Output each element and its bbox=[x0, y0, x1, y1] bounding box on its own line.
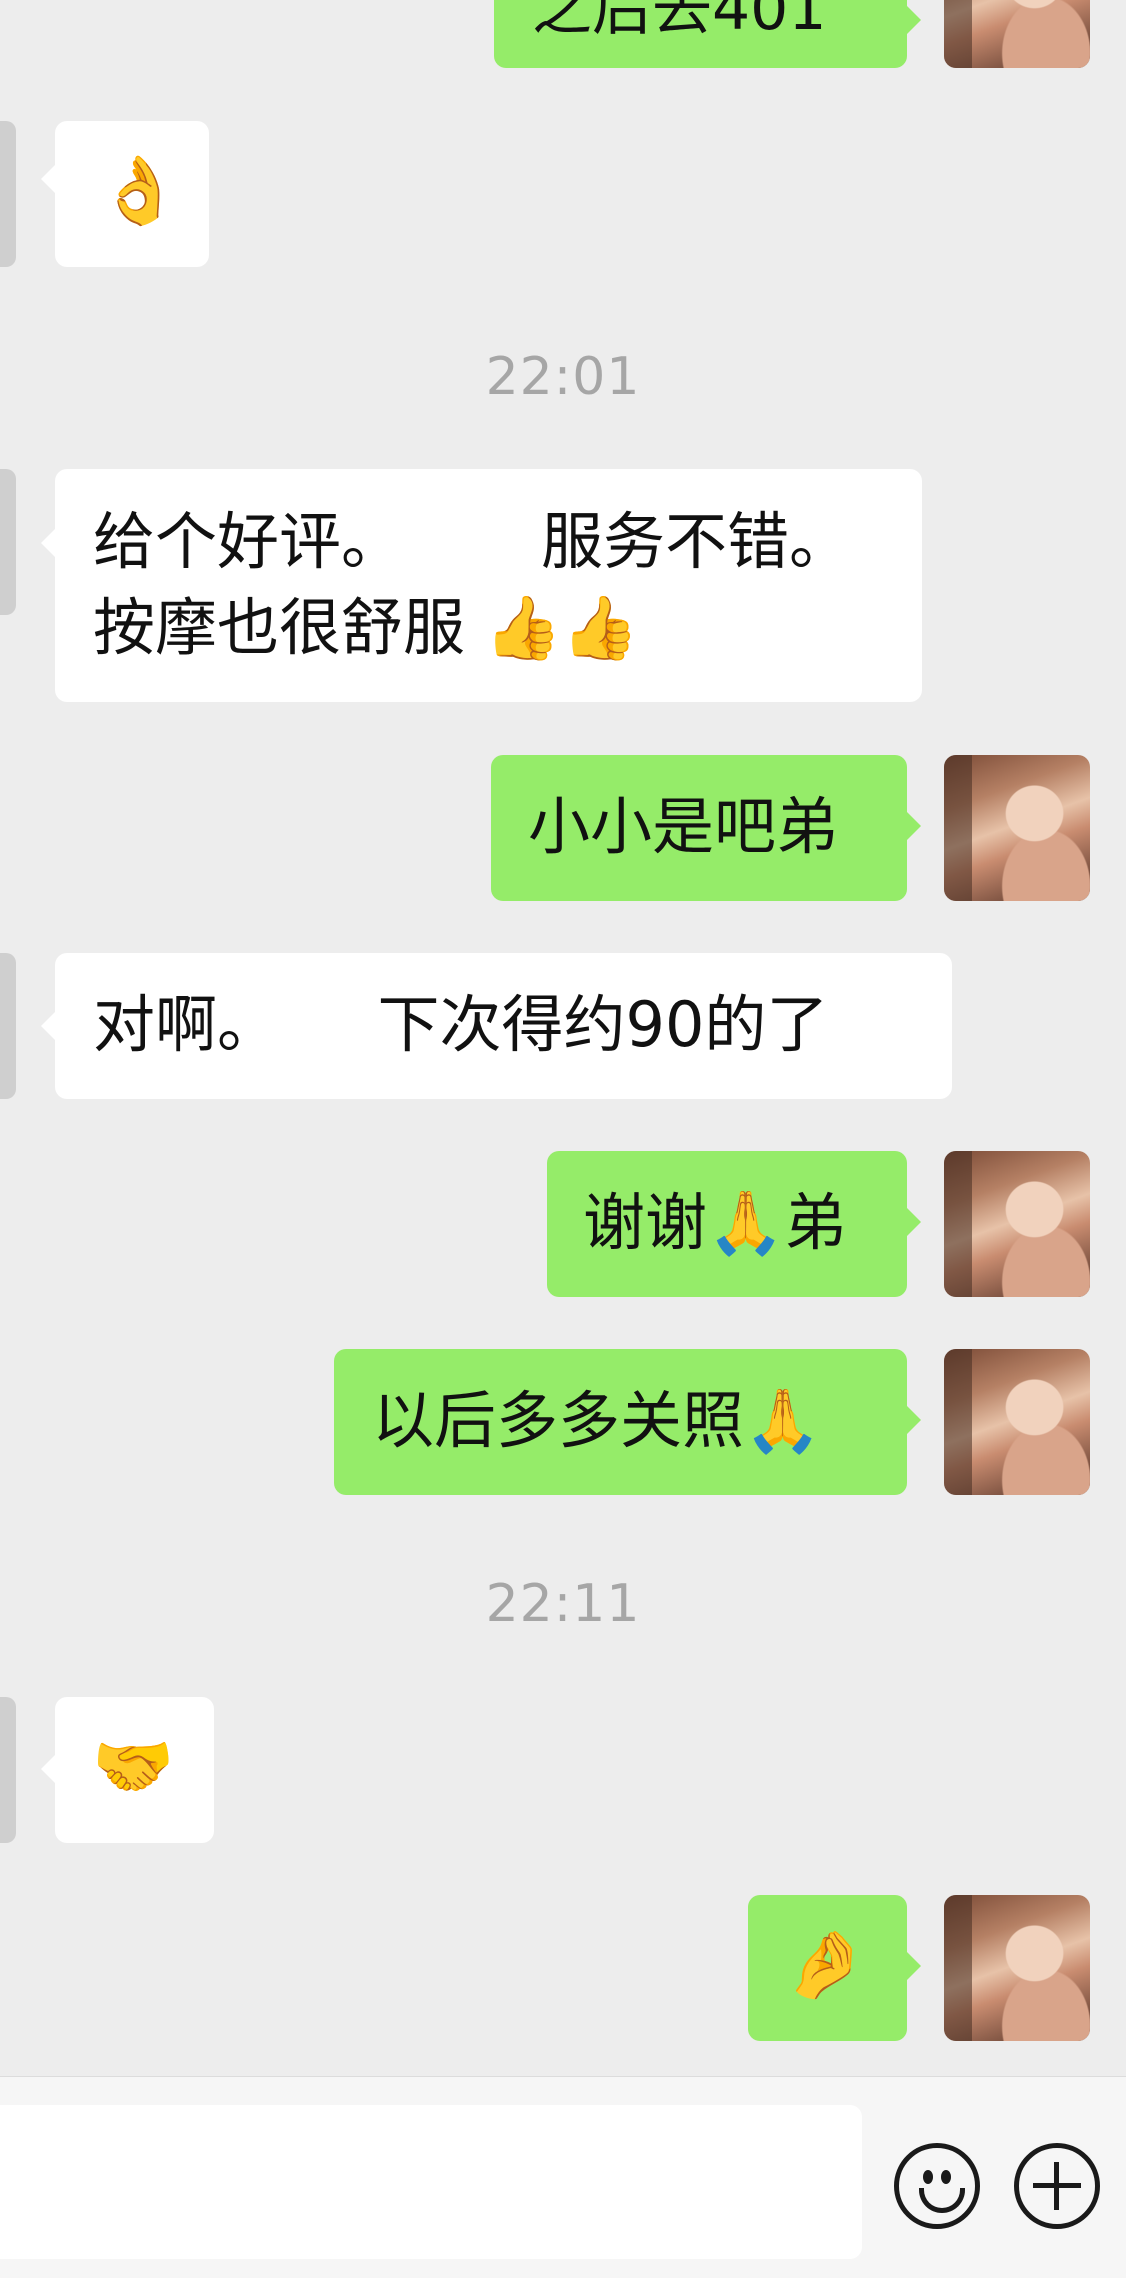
message-bubble[interactable]: 对啊。 下次得约90的了 bbox=[55, 953, 952, 1099]
bubble-tail bbox=[907, 1952, 921, 1980]
message-bubble[interactable]: 以后多多关照🙏 bbox=[334, 1349, 907, 1495]
bubble-tail bbox=[41, 165, 55, 193]
smiley-face-icon[interactable] bbox=[894, 2143, 980, 2229]
timestamp: 22:01 bbox=[485, 347, 641, 407]
avatar[interactable] bbox=[944, 1151, 1090, 1297]
bubble-tail bbox=[41, 1755, 55, 1783]
plus-circle-icon[interactable] bbox=[1014, 2143, 1100, 2229]
bubble-tail bbox=[41, 529, 55, 557]
message-bubble[interactable]: 之后去401 bbox=[494, 0, 907, 68]
timestamp: 22:11 bbox=[485, 1574, 641, 1634]
avatar[interactable] bbox=[944, 1349, 1090, 1495]
partner-avatar[interactable] bbox=[0, 953, 16, 1099]
message-bubble[interactable]: 🤌 bbox=[748, 1895, 907, 2041]
avatar[interactable] bbox=[944, 0, 1090, 68]
bubble-tail bbox=[907, 6, 921, 34]
chat-message-list[interactable]: 之后去401 👌 22:01 给个好评。 服务不错。 按摩也很舒服 👍👍 小小是… bbox=[0, 0, 1126, 2076]
partner-avatar[interactable] bbox=[0, 1697, 16, 1843]
avatar[interactable] bbox=[944, 755, 1090, 901]
partner-avatar[interactable] bbox=[0, 121, 16, 267]
partner-avatar[interactable] bbox=[0, 469, 16, 615]
input-toolbar bbox=[0, 2076, 1126, 2278]
bubble-tail bbox=[907, 1208, 921, 1236]
message-bubble[interactable]: 小小是吧弟 bbox=[491, 755, 907, 901]
bubble-tail bbox=[907, 812, 921, 840]
message-bubble[interactable]: 👌 bbox=[55, 121, 209, 267]
message-bubble[interactable]: 谢谢🙏弟 bbox=[547, 1151, 907, 1297]
bubble-tail bbox=[907, 1406, 921, 1434]
message-bubble[interactable]: 🤝 bbox=[55, 1697, 214, 1843]
bubble-tail bbox=[41, 1012, 55, 1040]
message-input[interactable] bbox=[0, 2105, 862, 2259]
avatar[interactable] bbox=[944, 1895, 1090, 2041]
message-bubble[interactable]: 给个好评。 服务不错。 按摩也很舒服 👍👍 bbox=[55, 469, 922, 702]
